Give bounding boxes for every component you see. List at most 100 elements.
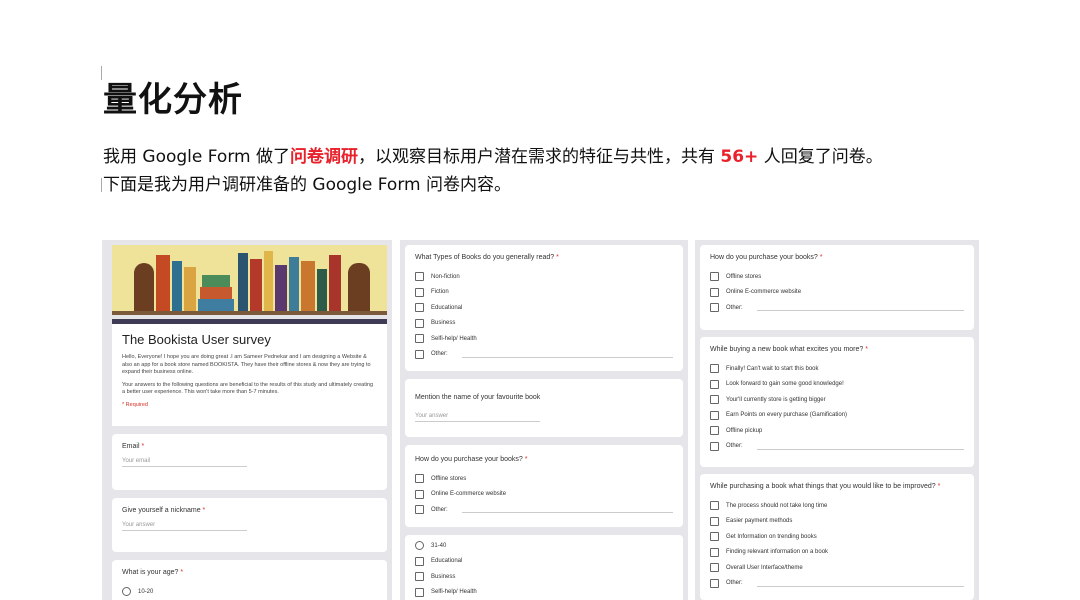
checkbox[interactable] — [415, 303, 424, 313]
checkbox-option[interactable]: Selfi-help/ Health — [415, 331, 673, 347]
checkbox[interactable] — [710, 547, 719, 557]
checkbox-option[interactable]: Get Information on trending books — [710, 529, 964, 545]
checkbox[interactable] — [710, 441, 719, 451]
checkbox-option[interactable]: Selfi-help/ Health — [415, 585, 673, 600]
checkbox[interactable] — [710, 379, 719, 389]
checkbox-option[interactable]: Offline stores — [415, 471, 673, 487]
option-label: Other: — [726, 443, 743, 450]
checkbox-option[interactable]: Offline stores — [710, 269, 964, 285]
checkbox-option[interactable]: Offline pickup — [710, 423, 964, 439]
checkbox[interactable] — [415, 318, 424, 328]
question-text: Mention the name of your favourite book — [415, 394, 541, 401]
checkbox-option-other[interactable]: Other: — [710, 576, 964, 592]
checkbox-option[interactable]: The process should not take long time — [710, 498, 964, 514]
left-edge-mark — [101, 66, 102, 80]
checkbox-option[interactable]: Finding relevant information on a book — [710, 545, 964, 561]
checkbox-option[interactable]: Online E-commerce website — [710, 285, 964, 301]
checkbox-option-other[interactable]: Other: — [415, 502, 673, 518]
checkbox[interactable] — [710, 303, 719, 313]
left-edge-mark — [101, 178, 102, 192]
checkbox[interactable] — [415, 556, 424, 566]
other-input[interactable] — [756, 304, 964, 312]
option-label: The process should not take long time — [726, 502, 828, 509]
radio-button[interactable] — [122, 587, 131, 597]
other-input[interactable] — [756, 580, 964, 587]
checkbox-option-other[interactable]: Other: — [710, 300, 964, 316]
checkbox-option[interactable]: Look forward to gain some good knowledge… — [710, 377, 964, 393]
book-types-question-card: What Types of Books do you generally rea… — [405, 245, 683, 371]
option-label: Non-fiction — [431, 273, 460, 280]
checkbox[interactable] — [415, 287, 424, 297]
option-label: Online E-commerce website — [726, 289, 802, 296]
checkbox[interactable] — [710, 410, 719, 420]
form-title: The Bookista User survey — [122, 332, 271, 347]
question-text: Email * — [122, 443, 377, 450]
checkbox[interactable] — [415, 272, 424, 282]
checkbox-option[interactable]: Overall User Interface/theme — [710, 560, 964, 576]
slide-title: 量化分析 — [103, 80, 243, 120]
checkbox[interactable] — [415, 349, 424, 359]
checkbox[interactable] — [710, 516, 719, 526]
option-label: Finding relevant information on a book — [726, 549, 829, 556]
checkbox[interactable] — [415, 505, 424, 515]
question-text: While purchasing a book what things that… — [710, 483, 964, 490]
question-text: While buying a new book what excites you… — [710, 346, 964, 353]
form-description: Your answers to the following questions … — [122, 381, 374, 396]
radio-button[interactable] — [415, 541, 424, 551]
checkbox[interactable] — [415, 587, 424, 597]
other-input[interactable] — [461, 506, 673, 514]
checkbox[interactable] — [710, 578, 719, 588]
checkbox-option[interactable]: Non-fiction — [415, 269, 673, 285]
other-input[interactable] — [756, 443, 964, 450]
checkbox[interactable] — [710, 501, 719, 511]
radio-option[interactable]: 10-20 — [122, 584, 377, 600]
checkbox-option[interactable]: Online E-commerce website — [415, 487, 673, 503]
checkbox-option[interactable]: Business — [415, 569, 673, 585]
option-label: Educational — [431, 304, 463, 311]
option-label: Business — [431, 573, 456, 580]
other-input[interactable] — [461, 351, 673, 358]
nickname-input[interactable]: Your answer — [122, 522, 247, 531]
bookend-icon — [348, 263, 370, 311]
checkbox[interactable] — [710, 563, 719, 573]
radio-option[interactable]: 31-40 — [415, 538, 673, 554]
checkbox[interactable] — [710, 532, 719, 542]
checkbox[interactable] — [415, 489, 424, 499]
checkbox-option[interactable]: Your'll currently store is getting bigge… — [710, 392, 964, 408]
favourite-book-input[interactable]: Your answer — [415, 413, 540, 422]
excites-question-card: While buying a new book what excites you… — [700, 337, 974, 467]
books-banner-image — [112, 245, 387, 315]
option-label: Overall User Interface/theme — [726, 564, 803, 571]
email-input[interactable]: Your email — [122, 458, 247, 467]
checkbox-option[interactable]: Fiction — [415, 285, 673, 301]
checkbox-option[interactable]: Earn Points on every purchase (Gamificat… — [710, 408, 964, 424]
checkbox[interactable] — [415, 474, 424, 484]
option-label: Offline stores — [726, 273, 762, 280]
purchase-question-card: How do you purchase your books? * Offlin… — [700, 245, 974, 330]
checkbox[interactable] — [710, 364, 719, 374]
question-label: How do you purchase your books? — [415, 456, 523, 463]
nickname-question-card: Give yourself a nickname * Your answer — [112, 498, 387, 552]
option-label: Online E-commerce website — [431, 491, 507, 498]
checkbox-option[interactable]: Finally! Can't wait to start this book — [710, 361, 964, 377]
checkbox[interactable] — [710, 287, 719, 297]
checkbox-option-other[interactable]: Other: — [415, 347, 673, 363]
book-stack — [198, 299, 234, 311]
checkbox[interactable] — [415, 572, 424, 582]
option-label: Other: — [431, 506, 448, 513]
checkbox[interactable] — [710, 272, 719, 282]
intro-text-part: ，以观察目标用户潜在需求的特征与共性，共有 — [357, 147, 721, 167]
form-header-card: The Bookista User survey Hello, Everyone… — [112, 319, 387, 426]
checkbox-option[interactable]: Educational — [415, 554, 673, 570]
question-text: How do you purchase your books? * — [415, 456, 673, 463]
checkbox-option-other[interactable]: Other: — [710, 439, 964, 455]
checkbox-option[interactable]: Business — [415, 316, 673, 332]
checkbox[interactable] — [710, 426, 719, 436]
option-label: Easier payment methods — [726, 518, 793, 525]
checkbox-option[interactable]: Educational — [415, 300, 673, 316]
option-label: Finally! Can't wait to start this book — [726, 365, 819, 372]
checkbox-option[interactable]: Easier payment methods — [710, 514, 964, 530]
checkbox[interactable] — [710, 395, 719, 405]
bookend-icon — [134, 263, 154, 311]
checkbox[interactable] — [415, 334, 424, 344]
